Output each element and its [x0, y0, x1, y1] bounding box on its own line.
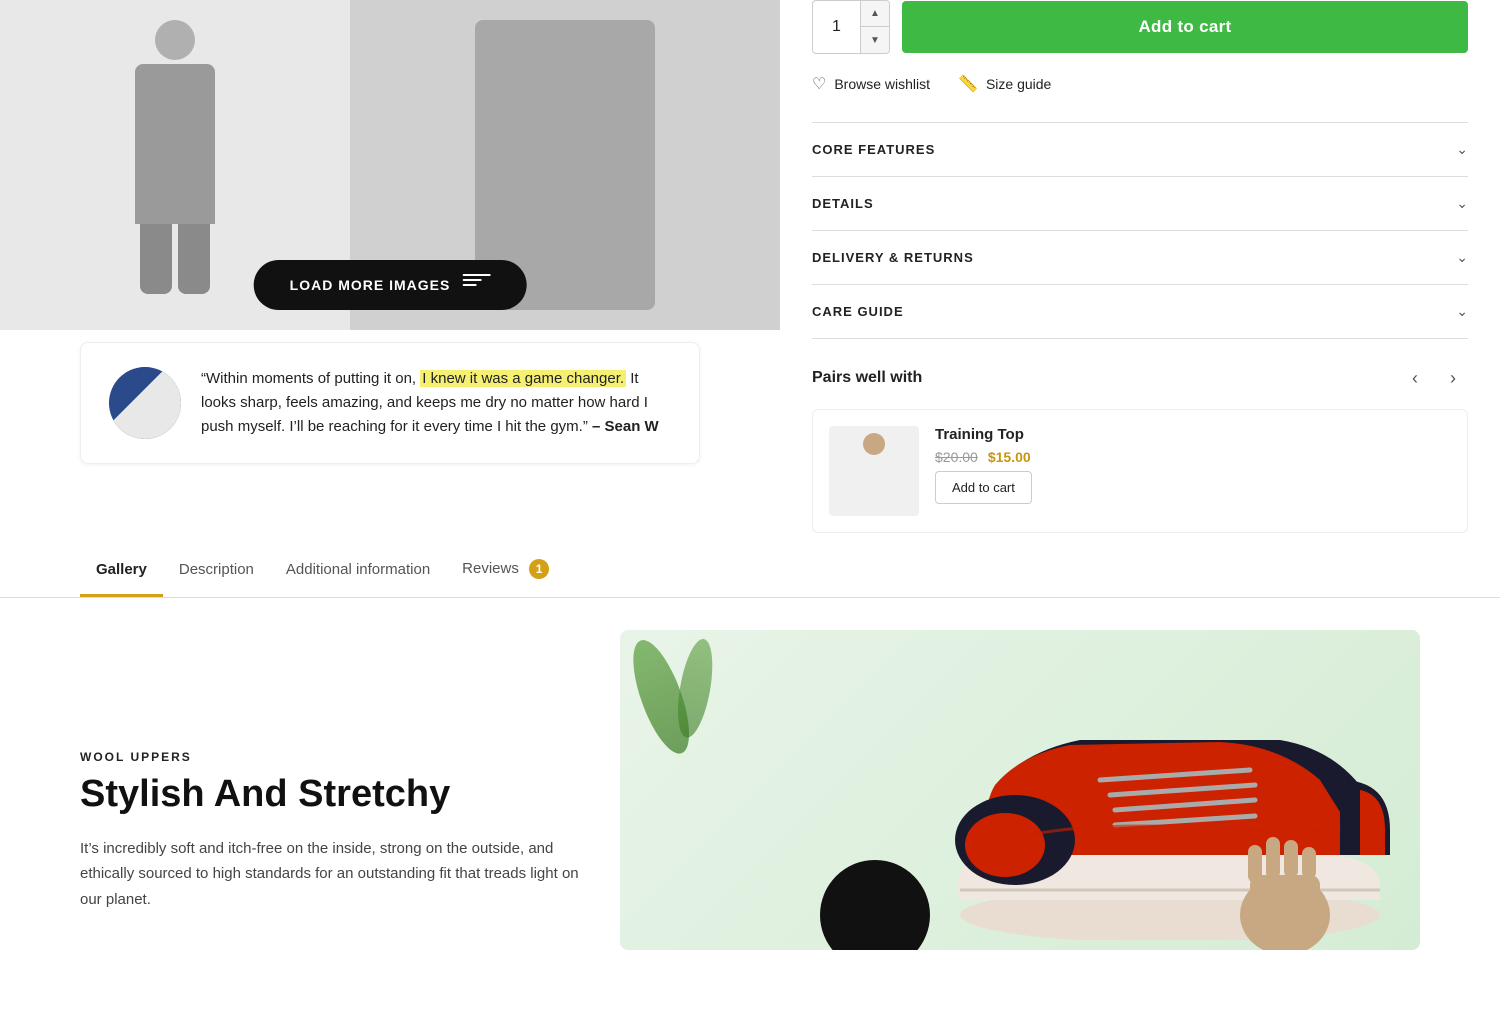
browse-wishlist-link[interactable]: ♡ Browse wishlist [812, 74, 930, 94]
product-panel: 1 ▲ ▼ Add to cart ♡ Browse wishlist 📏 Si… [780, 0, 1500, 533]
shirt-body [850, 459, 898, 509]
pairs-prices: $20.00 $15.00 [935, 449, 1032, 465]
accordion-title-details: DETAILS [812, 196, 874, 211]
shirt-figure [850, 433, 898, 509]
pairs-prev-button[interactable]: ‹ [1400, 363, 1430, 393]
gallery-text: WOOL UPPERS Stylish And Stretchy It’s in… [80, 630, 580, 950]
review-quote: “Within moments of putting it on, I knew… [201, 367, 671, 439]
accordion-item-care-guide: CARE GUIDE ⌄ [812, 285, 1468, 339]
sneaker-container [620, 630, 1420, 950]
pairs-header: Pairs well with ‹ › [812, 363, 1468, 393]
quote-before: “Within moments of putting it on, [201, 370, 416, 387]
pairs-add-to-cart-button[interactable]: Add to cart [935, 471, 1032, 504]
tab-gallery[interactable]: Gallery [80, 543, 163, 597]
load-more-images-button[interactable]: LOAD MORE IMAGES [254, 260, 527, 310]
pairs-title: Pairs well with [812, 369, 922, 387]
ruler-icon: 📏 [958, 74, 978, 94]
accordion-title-care-guide: CARE GUIDE [812, 304, 904, 319]
accordion-header-core-features[interactable]: CORE FEATURES ⌄ [812, 123, 1468, 176]
qty-arrows: ▲ ▼ [861, 1, 889, 53]
pairs-section: Pairs well with ‹ › Training Top [812, 363, 1468, 533]
accordion-item-details: DETAILS ⌄ [812, 177, 1468, 231]
accordion-header-details[interactable]: DETAILS ⌄ [812, 177, 1468, 230]
accordion-item-delivery-returns: DELIVERY & RETURNS ⌄ [812, 231, 1468, 285]
page-wrapper: LOAD MORE IMAGES “Within moments of putt… [0, 0, 1500, 1028]
pairs-navigation: ‹ › [1400, 363, 1468, 393]
accordion-item-core-features: CORE FEATURES ⌄ [812, 123, 1468, 177]
gallery-description: It’s incredibly soft and itch-free on th… [80, 836, 580, 913]
quantity-stepper[interactable]: 1 ▲ ▼ [812, 0, 890, 54]
pairs-product-name: Training Top [935, 426, 1032, 443]
gallery-content: WOOL UPPERS Stylish And Stretchy It’s in… [0, 630, 1500, 950]
tab-gallery-label: Gallery [96, 561, 147, 578]
gallery-heading: Stylish And Stretchy [80, 774, 580, 816]
hand-holding [1220, 825, 1350, 950]
model-leg-right [178, 224, 210, 294]
product-top-section: LOAD MORE IMAGES “Within moments of putt… [0, 0, 1500, 533]
reviews-count-badge: 1 [529, 559, 549, 579]
model-head [155, 20, 195, 60]
gallery-product-image [620, 630, 1420, 950]
accordion: CORE FEATURES ⌄ DETAILS ⌄ DELIVERY & RET… [812, 122, 1468, 339]
add-to-cart-button[interactable]: Add to cart [902, 1, 1468, 53]
product-images: LOAD MORE IMAGES [0, 0, 780, 330]
qty-decrement-button[interactable]: ▼ [861, 27, 889, 53]
product-left-column: LOAD MORE IMAGES “Within moments of putt… [0, 0, 780, 533]
accordion-header-care-guide[interactable]: CARE GUIDE ⌄ [812, 285, 1468, 338]
pairs-next-button[interactable]: › [1438, 363, 1468, 393]
tab-reviews[interactable]: Reviews 1 [446, 541, 565, 598]
accordion-title-delivery-returns: DELIVERY & RETURNS [812, 250, 974, 265]
chevron-down-icon-care: ⌄ [1456, 303, 1468, 320]
tabs-bar: Gallery Description Additional informati… [0, 541, 1500, 598]
qty-increment-button[interactable]: ▲ [861, 1, 889, 27]
pairs-old-price: $20.00 [935, 449, 978, 465]
model-legs [95, 224, 255, 294]
heart-icon: ♡ [812, 74, 826, 94]
tab-reviews-label: Reviews [462, 560, 519, 577]
load-more-label: LOAD MORE IMAGES [290, 277, 451, 293]
reviewer-avatar [109, 367, 181, 439]
pairs-product-image [829, 426, 919, 516]
accordion-header-delivery-returns[interactable]: DELIVERY & RETURNS ⌄ [812, 231, 1468, 284]
avatar-image [109, 367, 181, 439]
tab-additional-information-label: Additional information [286, 561, 430, 578]
tab-description-label: Description [179, 561, 254, 578]
size-guide-label: Size guide [986, 76, 1051, 92]
shirt-head [863, 433, 885, 455]
size-guide-link[interactable]: 📏 Size guide [958, 74, 1051, 94]
model-figure-left [95, 20, 255, 310]
chevron-down-icon-details: ⌄ [1456, 195, 1468, 212]
quantity-value: 1 [813, 1, 861, 53]
wool-uppers-label: WOOL UPPERS [80, 750, 580, 764]
cart-row: 1 ▲ ▼ Add to cart [812, 0, 1468, 54]
tab-additional-information[interactable]: Additional information [270, 543, 446, 597]
tab-description[interactable]: Description [163, 543, 270, 597]
chevron-down-icon: ⌄ [1456, 141, 1468, 158]
browse-wishlist-label: Browse wishlist [834, 76, 930, 92]
model-body [135, 64, 215, 224]
pairs-new-price: $15.00 [988, 449, 1031, 465]
grid-icon [462, 274, 490, 296]
model-leg-left [140, 224, 172, 294]
hand-svg [1220, 825, 1350, 950]
review-box: “Within moments of putting it on, I knew… [80, 342, 700, 464]
actions-row: ♡ Browse wishlist 📏 Size guide [812, 74, 1468, 94]
chevron-down-icon-delivery: ⌄ [1456, 249, 1468, 266]
pairs-product-info: Training Top $20.00 $15.00 Add to cart [935, 426, 1032, 504]
pairs-card: Training Top $20.00 $15.00 Add to cart [812, 409, 1468, 533]
quote-author: – Sean W [592, 418, 659, 435]
accordion-title-core-features: CORE FEATURES [812, 142, 935, 157]
quote-highlight: I knew it was a game changer. [420, 370, 626, 387]
